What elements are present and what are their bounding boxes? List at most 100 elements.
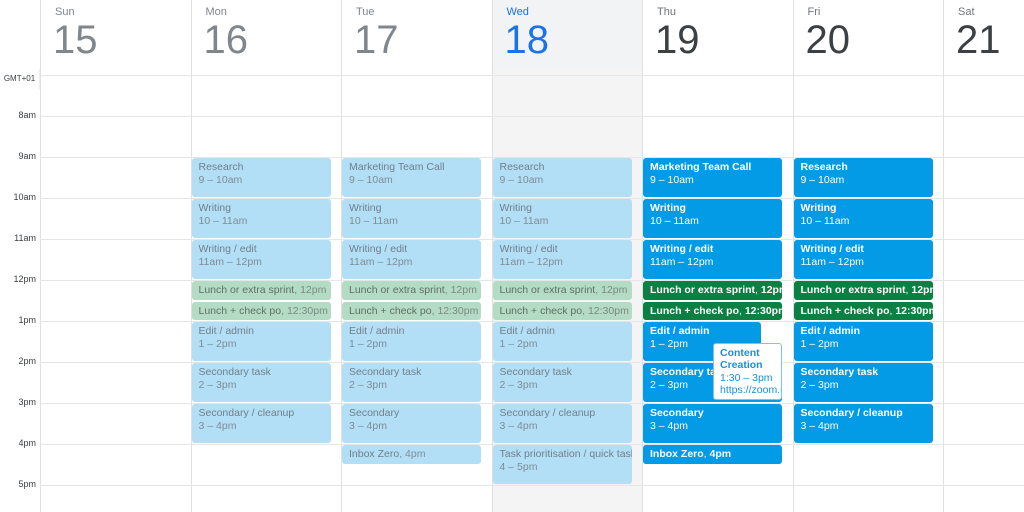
event-time: 12:30pm — [895, 304, 932, 317]
event-block[interactable]: Lunch or extra sprint, 12pm — [191, 281, 331, 300]
event-block[interactable]: Writing 10 – 11am — [492, 199, 632, 238]
day-header-thu[interactable]: Thu 19 — [642, 0, 793, 68]
event-time: 12pm — [760, 284, 782, 296]
day-number[interactable]: 17 — [354, 18, 399, 63]
event-title: Content Creation — [720, 346, 763, 372]
day-number[interactable]: 20 — [806, 18, 851, 63]
day-column[interactable] — [943, 68, 1024, 512]
event-title: Research — [198, 161, 244, 173]
day-of-week: Wed — [506, 6, 529, 18]
event-title: Writing — [349, 202, 382, 214]
event-block[interactable]: Writing / edit 11am – 12pm — [191, 240, 331, 279]
event-block[interactable]: Writing 10 – 11am — [793, 199, 933, 238]
event-time: 3 – 4pm — [650, 419, 688, 432]
day-header-sat[interactable]: Sat 21 — [943, 0, 1024, 68]
event-title: Marketing Team Call — [650, 161, 752, 173]
event-block[interactable]: Writing 10 – 11am — [342, 199, 481, 238]
event-title: Lunch + check po — [198, 304, 282, 317]
day-number[interactable]: 15 — [53, 18, 98, 63]
event-block[interactable]: Inbox Zero, 4pm — [342, 445, 481, 464]
event-time: 12pm — [300, 284, 327, 296]
event-block[interactable]: Secondary / cleanup 3 – 4pm — [492, 404, 632, 443]
event-title: Task prioritisation / quick tasks — [499, 448, 632, 460]
event-block[interactable]: Marketing Team Call 9 – 10am — [342, 158, 481, 197]
event-block[interactable]: Secondary 3 – 4pm — [643, 404, 782, 443]
event-time: 11am – 12pm — [349, 255, 413, 268]
event-block[interactable]: Edit / admin 1 – 2pm — [492, 322, 632, 361]
hour-label: 12pm — [13, 274, 36, 284]
event-title: Secondary — [349, 407, 400, 419]
event-time: 12pm — [601, 284, 628, 296]
day-number[interactable]: 16 — [204, 18, 249, 63]
event-time: 10 – 11am — [349, 214, 398, 227]
day-number[interactable]: 19 — [655, 18, 700, 63]
event-block[interactable]: Lunch or extra sprint, 12pm — [793, 281, 933, 300]
event-block[interactable]: Edit / admin 1 – 2pm — [793, 322, 933, 361]
day-header-mon[interactable]: Mon 16 — [190, 0, 342, 68]
event-block[interactable]: Lunch or extra sprint, 12pm — [643, 281, 782, 300]
day-header-tue[interactable]: Tue 17 — [341, 0, 492, 68]
day-number[interactable]: 21 — [956, 18, 1001, 63]
hour-label: 2pm — [18, 356, 36, 366]
event-block[interactable]: Marketing Team Call 9 – 10am — [643, 158, 782, 197]
event-title: Lunch + check po — [650, 304, 739, 317]
event-block[interactable]: Lunch + check po, 12:30pm — [793, 301, 933, 320]
day-header-sun[interactable]: Sun 15 — [40, 0, 191, 68]
event-time: 9 – 10am — [198, 173, 243, 186]
event-block[interactable]: Writing 10 – 11am — [191, 199, 331, 238]
event-title: Lunch + check po — [499, 304, 583, 317]
event-block[interactable]: Secondary task 2 – 3pm — [492, 363, 632, 402]
day-header-fri[interactable]: Fri 20 — [792, 0, 944, 68]
event-block[interactable]: Writing / edit 11am – 12pm — [793, 240, 933, 279]
event-block[interactable]: Writing / edit 11am – 12pm — [492, 240, 632, 279]
event-time: 2 – 3pm — [349, 378, 387, 391]
event-block[interactable]: Edit / admin 1 – 2pm — [342, 322, 481, 361]
event-time: 2 – 3pm — [800, 378, 839, 391]
event-content-creation[interactable]: Content Creation1:30 – 3pmhttps://zoom.u… — [713, 342, 782, 400]
event-time: 11am – 12pm — [650, 255, 714, 268]
event-block[interactable]: Lunch or extra sprint, 12pm — [342, 281, 481, 300]
event-title: Research — [499, 161, 545, 173]
event-block[interactable]: Inbox Zero, 4pm — [643, 445, 782, 464]
event-block[interactable]: Lunch or extra sprint, 12pm — [492, 281, 632, 300]
event-block[interactable]: Lunch + check po, 12:30pm — [643, 301, 782, 320]
event-title: Lunch or extra sprint — [650, 284, 756, 296]
event-block[interactable]: Task prioritisation / quick tasks 4 – 5pm — [492, 445, 632, 484]
event-block[interactable]: Writing / edit 11am – 12pm — [643, 240, 782, 279]
event-title: Secondary task — [499, 366, 572, 378]
event-block[interactable]: Secondary 3 – 4pm — [342, 404, 481, 443]
event-block[interactable]: Research 9 – 10am — [492, 158, 632, 197]
event-time: 4 – 5pm — [499, 460, 538, 473]
event-block[interactable]: Writing / edit 11am – 12pm — [342, 240, 481, 279]
event-title: Writing — [198, 202, 231, 214]
event-block[interactable]: Research 9 – 10am — [191, 158, 331, 197]
event-block[interactable]: Secondary / cleanup 3 – 4pm — [793, 404, 933, 443]
event-time: 10 – 11am — [499, 214, 549, 227]
day-header-wed[interactable]: Wed 18 — [491, 0, 642, 68]
event-title: Lunch or extra sprint — [349, 284, 445, 296]
hour-label: 9am — [18, 151, 36, 161]
event-block[interactable]: Secondary task 2 – 3pm — [342, 363, 481, 402]
event-time: 1 – 2pm — [198, 337, 237, 350]
event-block[interactable]: Lunch + check po, 12:30pm — [342, 301, 481, 320]
event-title: Secondary / cleanup — [499, 407, 596, 419]
event-time: 12:30pm — [286, 304, 328, 317]
hour-label: 11am — [14, 233, 36, 243]
event-block[interactable]: Secondary task 2 – 3pm — [191, 363, 331, 402]
event-title: Lunch or extra sprint — [800, 284, 906, 296]
event-time: 12:30pm — [744, 304, 782, 317]
event-block[interactable]: Lunch + check po, 12:30pm — [492, 301, 632, 320]
event-title: Secondary / cleanup — [800, 407, 903, 419]
event-title: Inbox Zero — [349, 448, 400, 460]
event-block[interactable]: Writing 10 – 11am — [643, 199, 782, 238]
event-block[interactable]: Research 9 – 10am — [793, 158, 933, 197]
event-time: 9 – 10am — [499, 173, 544, 186]
event-link[interactable]: https://zoom.us/j/1654547 — [720, 384, 781, 397]
day-number[interactable]: 18 — [505, 18, 550, 63]
event-block[interactable]: Secondary / cleanup 3 – 4pm — [191, 404, 331, 443]
event-block[interactable]: Secondary task 2 – 3pm — [793, 363, 933, 402]
day-column[interactable] — [40, 68, 191, 512]
event-block[interactable]: Lunch + check po, 12:30pm — [191, 301, 331, 320]
event-time: 11am – 12pm — [499, 255, 563, 268]
event-block[interactable]: Edit / admin 1 – 2pm — [191, 322, 331, 361]
